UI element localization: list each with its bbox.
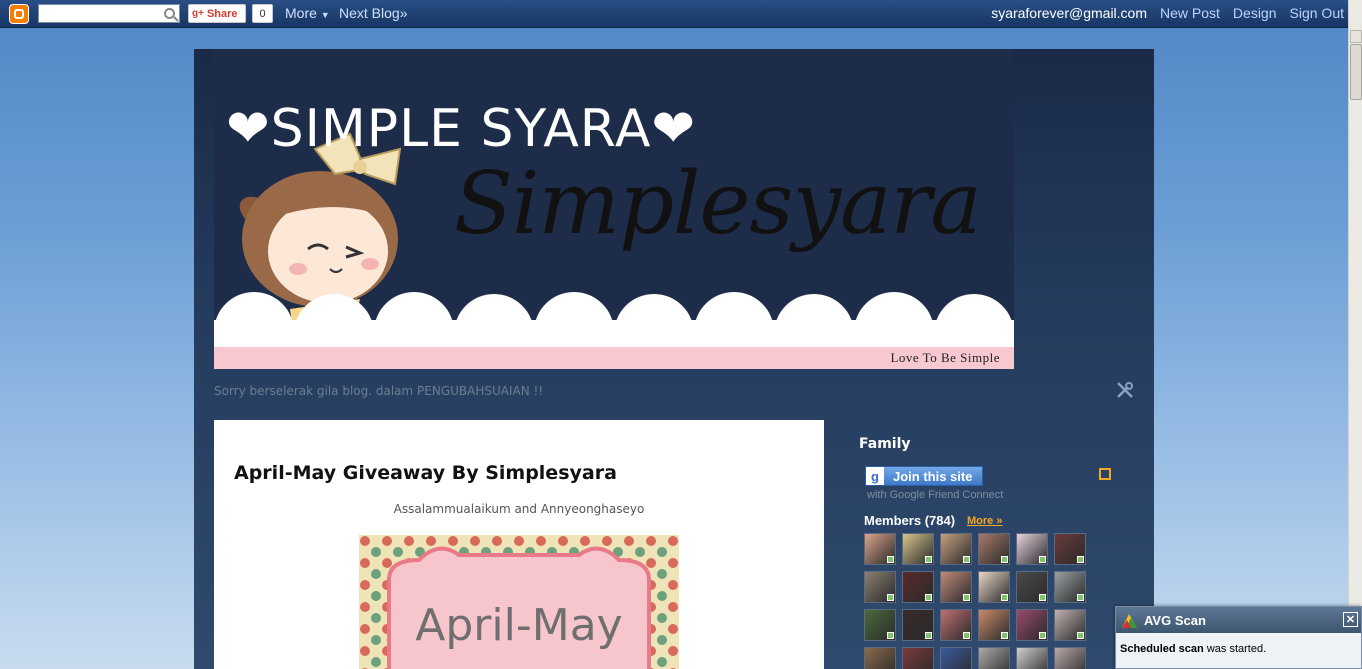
design-link[interactable]: Design xyxy=(1233,5,1277,21)
tagline-strip: Love To Be Simple xyxy=(214,347,1014,369)
member-avatar[interactable] xyxy=(940,647,972,669)
gfc-subtitle: with Google Friend Connect xyxy=(867,489,1004,501)
more-menu[interactable]: More ▼ xyxy=(285,5,330,21)
member-avatar[interactable] xyxy=(978,609,1010,641)
member-avatar[interactable] xyxy=(1054,647,1086,669)
members-more-link[interactable]: More » xyxy=(967,515,1002,527)
post-greeting: Assalammualaikum and Annyeonghaseyo xyxy=(393,502,645,516)
avg-header: AVG Scan ✕ xyxy=(1116,607,1361,633)
member-avatar[interactable] xyxy=(978,647,1010,669)
chevron-down-icon: ▼ xyxy=(320,10,330,20)
avg-message-rest: was started. xyxy=(1203,643,1267,655)
google-plus-icon: g+ xyxy=(192,8,204,19)
join-label: Join this site xyxy=(893,468,973,484)
wrench-screwdriver-icon[interactable] xyxy=(1116,381,1134,399)
member-avatar[interactable] xyxy=(978,533,1010,565)
search-icon[interactable] xyxy=(164,8,175,19)
member-avatar[interactable] xyxy=(940,609,972,641)
new-post-link[interactable]: New Post xyxy=(1160,5,1220,21)
avg-title: AVG Scan xyxy=(1144,612,1206,628)
member-avatar[interactable] xyxy=(1054,609,1086,641)
blogger-logo-icon[interactable] xyxy=(9,4,29,24)
blog-container: ❤SIMPLE SYARA❤ Simplesyara Love To Be Si… xyxy=(194,49,1154,669)
blog-header-image[interactable]: ❤SIMPLE SYARA❤ Simplesyara Love To Be Si… xyxy=(214,49,1014,369)
member-avatar[interactable] xyxy=(902,533,934,565)
member-avatar[interactable] xyxy=(902,571,934,603)
member-avatar[interactable] xyxy=(1016,647,1048,669)
avg-message-bold: Scheduled scan xyxy=(1120,643,1204,655)
share-label: Share xyxy=(206,7,238,20)
join-site-button[interactable]: g Join this site xyxy=(865,466,983,486)
blogger-navbar: g+ Share 0 More ▼ Next Blog» syaraforeve… xyxy=(0,0,1348,28)
giveaway-banner-image: April-May xyxy=(359,535,679,669)
next-blog-link[interactable]: Next Blog» xyxy=(339,5,407,21)
member-avatar-grid xyxy=(864,533,1094,669)
google-icon: g xyxy=(866,467,884,485)
banner-text: April-May xyxy=(415,600,623,651)
member-avatar[interactable] xyxy=(902,647,934,669)
member-avatar[interactable] xyxy=(864,647,896,669)
blog-title: ❤SIMPLE SYARA❤ xyxy=(226,99,696,159)
member-avatar[interactable] xyxy=(1016,571,1048,603)
sidebar-followers-widget: Family g Join this site with Google Frie… xyxy=(859,436,1139,669)
user-email: syaraforever@gmail.com xyxy=(991,5,1147,21)
members-count: Members (784) xyxy=(864,513,956,528)
avg-logo-icon xyxy=(1122,613,1137,628)
member-avatar[interactable] xyxy=(1054,533,1086,565)
post-title[interactable]: April-May Giveaway By Simplesyara xyxy=(234,462,617,484)
avg-message: Scheduled scan was started. xyxy=(1116,633,1361,665)
member-avatar[interactable] xyxy=(1016,533,1048,565)
blog-post: April-May Giveaway By Simplesyara Assala… xyxy=(214,420,824,669)
search-box xyxy=(38,4,180,23)
cloud-border xyxy=(214,292,1014,350)
tagline: Love To Be Simple xyxy=(890,350,1000,365)
scroll-up-button[interactable] xyxy=(1350,30,1362,43)
scroll-thumb[interactable] xyxy=(1350,44,1362,100)
close-icon[interactable]: ✕ xyxy=(1343,612,1358,627)
sign-out-link[interactable]: Sign Out xyxy=(1290,5,1344,21)
vertical-scrollbar[interactable] xyxy=(1348,0,1362,669)
blog-description: Sorry berselerak gila blog. dalam PENGUB… xyxy=(214,384,544,398)
member-avatar[interactable] xyxy=(864,571,896,603)
widget-title: Family xyxy=(859,436,911,452)
member-avatar[interactable] xyxy=(1016,609,1048,641)
member-avatar[interactable] xyxy=(1054,571,1086,603)
navbar-user-links: syaraforever@gmail.com New Post Design S… xyxy=(991,5,1344,21)
member-avatar[interactable] xyxy=(940,571,972,603)
blog-script-title: Simplesyara xyxy=(454,154,982,254)
avg-scan-notification: AVG Scan ✕ Scheduled scan was started. xyxy=(1115,606,1362,669)
share-count: 0 xyxy=(252,4,273,23)
member-avatar[interactable] xyxy=(978,571,1010,603)
popout-icon[interactable] xyxy=(1099,468,1111,480)
share-button[interactable]: g+ Share xyxy=(188,4,246,23)
search-input[interactable] xyxy=(42,7,152,21)
member-avatar[interactable] xyxy=(940,533,972,565)
member-avatar[interactable] xyxy=(864,609,896,641)
member-avatar[interactable] xyxy=(902,609,934,641)
member-avatar[interactable] xyxy=(864,533,896,565)
